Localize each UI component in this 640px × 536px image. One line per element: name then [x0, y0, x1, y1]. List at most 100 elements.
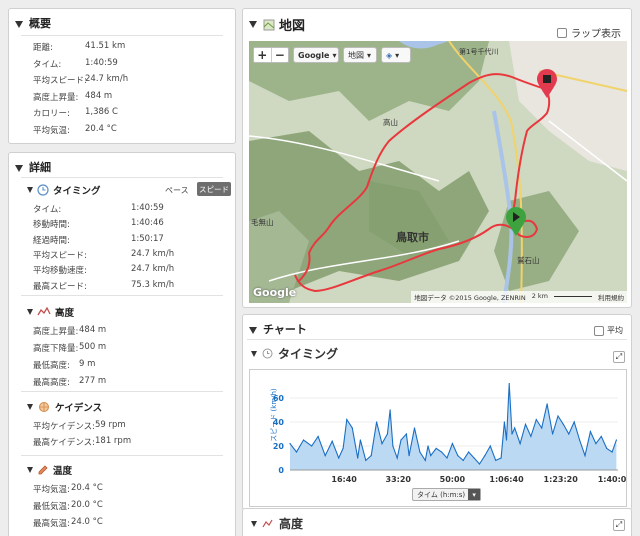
- clock-icon: [262, 348, 273, 359]
- stat-label: 距離:: [33, 43, 53, 53]
- elevation-icon: [37, 307, 51, 316]
- scale-label: 2 km: [531, 292, 548, 300]
- data-point: [500, 457, 502, 459]
- data-point: [468, 451, 470, 453]
- data-point: [562, 423, 564, 425]
- x-tick-label: 33:20: [386, 475, 412, 484]
- start-marker-icon[interactable]: [505, 207, 527, 237]
- stat-value: 41.51 km: [85, 41, 126, 51]
- data-point: [611, 451, 613, 453]
- layers-select[interactable]: ◈ ▾: [381, 47, 411, 63]
- collapse-triangle-icon[interactable]: [249, 326, 257, 334]
- stat-value: 484 m: [85, 90, 113, 101]
- lap-display-toggle[interactable]: ラップ表示: [557, 25, 621, 40]
- chevron-down-icon: ▾: [395, 50, 400, 60]
- divider: [21, 295, 223, 296]
- data-point: [430, 455, 432, 457]
- stat-value: 1:40:59: [85, 57, 118, 68]
- collapse-triangle-icon[interactable]: [27, 404, 33, 410]
- stat-value: 20.4 °C: [85, 123, 117, 134]
- data-point: [473, 457, 475, 459]
- collapse-triangle-icon[interactable]: [15, 164, 23, 172]
- expand-icon[interactable]: ⤢: [613, 519, 625, 531]
- chart-header[interactable]: チャート: [249, 321, 307, 337]
- cadence-section-header[interactable]: ケイデンス: [27, 400, 102, 414]
- data-point: [546, 403, 548, 405]
- collapse-triangle-icon[interactable]: [27, 309, 33, 315]
- pace-toggle[interactable]: ペース: [165, 185, 189, 196]
- summary-header[interactable]: 概要: [15, 15, 51, 31]
- timing-section-header[interactable]: タイミング: [27, 183, 101, 197]
- y-axis-label: スピード (km/h): [270, 388, 278, 442]
- scale-bar: [554, 292, 592, 297]
- stat-value: 24.7 km/h: [131, 248, 175, 259]
- data-point: [524, 423, 527, 425]
- collapse-triangle-icon[interactable]: [27, 187, 33, 193]
- zoom-in-button[interactable]: +: [254, 48, 272, 62]
- terms-link[interactable]: 利用規約: [598, 292, 624, 302]
- place-label: 毛無山: [251, 218, 274, 227]
- x-tick-label: 1:06:40: [489, 475, 524, 484]
- layers-icon: ◈: [386, 50, 393, 60]
- speed-chart[interactable]: 020406016:40 33:20 50:00 1:06:40 1:23:20 1:40…: [250, 370, 632, 506]
- data-point: [503, 421, 505, 423]
- divider: [21, 35, 223, 36]
- route-overlay: [294, 73, 551, 292]
- data-point: [606, 447, 608, 449]
- zoom-out-button[interactable]: −: [272, 48, 289, 62]
- data-point: [311, 445, 313, 447]
- stat-label: 最低高度:: [33, 361, 70, 371]
- expand-icon[interactable]: ⤢: [613, 351, 625, 363]
- average-toggle[interactable]: 平均: [594, 325, 623, 336]
- map-provider-label: Google: [298, 50, 330, 60]
- collapse-triangle-icon[interactable]: [27, 467, 33, 473]
- average-checkbox[interactable]: [594, 325, 604, 336]
- collapse-triangle-icon[interactable]: [251, 520, 257, 527]
- map-header[interactable]: 地図: [249, 15, 305, 34]
- collapse-triangle-icon[interactable]: [249, 21, 257, 28]
- collapse-triangle-icon[interactable]: [15, 20, 23, 28]
- elevation-section-header[interactable]: 高度: [27, 305, 74, 319]
- stat-label: 高度下降量:: [33, 344, 79, 354]
- data-point: [489, 445, 491, 447]
- mountain-label: 鷲石山: [517, 256, 540, 265]
- stat-value: 20.0 °C: [71, 500, 103, 510]
- data-point: [435, 447, 437, 449]
- map-provider-select[interactable]: Google ▾: [293, 47, 339, 63]
- data-point: [427, 445, 429, 447]
- stat-label: 最高スピード:: [33, 281, 87, 292]
- divider: [21, 455, 223, 456]
- data-point: [530, 435, 532, 437]
- elevation-chart-header[interactable]: 高度: [251, 515, 303, 532]
- finish-marker-icon[interactable]: [536, 69, 558, 99]
- data-point: [376, 421, 378, 423]
- details-header[interactable]: 詳細: [15, 159, 51, 175]
- y-tick-label: 0: [278, 466, 284, 475]
- stat-value: 24.7 km/h: [85, 74, 129, 84]
- data-point: [514, 427, 516, 429]
- data-point: [386, 433, 389, 435]
- data-point: [359, 439, 361, 441]
- map-attribution-bar: 地図データ ©2015 Google, ZENRIN 2 km 利用規約: [411, 291, 627, 303]
- lap-checkbox[interactable]: [557, 27, 567, 38]
- road-label: 第1号千代川: [459, 48, 499, 56]
- stat-label: 平均スピード:: [33, 250, 87, 261]
- x-axis-select[interactable]: タイム (h:m:s) ▾: [412, 488, 482, 501]
- timing-chart-header[interactable]: タイミング: [251, 345, 338, 362]
- data-point: [557, 415, 559, 417]
- data-point: [615, 439, 618, 441]
- data-point: [381, 443, 383, 445]
- data-point: [495, 459, 497, 461]
- data-point: [478, 463, 481, 465]
- data-point: [568, 433, 570, 435]
- map-type-select[interactable]: 地図 ▾: [343, 47, 377, 63]
- collapse-triangle-icon[interactable]: [251, 350, 257, 357]
- data-point: [446, 457, 448, 459]
- data-point: [535, 419, 537, 421]
- speed-toggle[interactable]: スピード: [197, 182, 231, 196]
- divider: [21, 391, 223, 392]
- map-canvas[interactable]: 鳥取市 高山 鷲石山 毛無山 第1号千代川 + − Google ▾ 地図 ▾ ◈ ▾…: [249, 41, 627, 303]
- mountain-label: 高山: [383, 118, 398, 127]
- temperature-section-header[interactable]: 温度: [27, 463, 72, 477]
- data-point: [357, 457, 359, 459]
